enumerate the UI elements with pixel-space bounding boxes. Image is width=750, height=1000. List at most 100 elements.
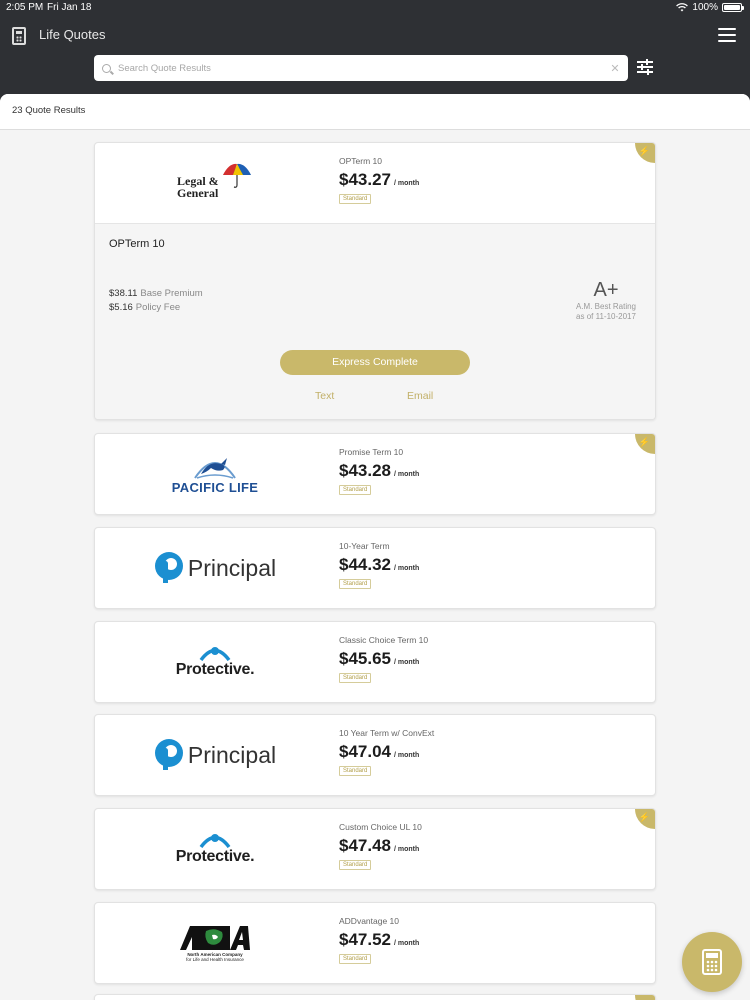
logo-text: Principal (187, 554, 277, 581)
monthly-price: $44.32 (339, 555, 391, 574)
plan-name: 10 Year Term w/ ConvExt (339, 728, 435, 738)
calculator-icon (702, 949, 722, 975)
carrier-logo-legal-general: Legal & General (135, 143, 295, 223)
hamburger-menu-button[interactable] (718, 28, 736, 42)
express-flag: ⚡ (635, 434, 655, 454)
monthly-price: $47.04 (339, 742, 391, 761)
principal-mark-icon (154, 739, 183, 770)
quote-card[interactable] (94, 994, 656, 1000)
monthly-price: $47.52 (339, 930, 391, 949)
quote-card[interactable]: North American Company for Life and Heal… (94, 902, 656, 984)
search-icon (102, 63, 111, 73)
calculator-icon (12, 27, 26, 45)
rating-class-badge: Standard (339, 954, 372, 964)
status-time: 2:05 PM (6, 2, 44, 13)
status-date: Fri Jan 18 (47, 2, 92, 13)
app-header: Life Quotes ✕ (0, 16, 750, 94)
detail-title: OPTerm 10 (109, 238, 165, 250)
rating-class-badge: Standard (339, 860, 372, 870)
price-period: / month (394, 752, 420, 759)
plan-name: Classic Choice Term 10 (339, 635, 429, 645)
rating-class-badge: Standard (339, 579, 372, 589)
logo-line-2: for Life and Health Insurance (186, 956, 244, 962)
policy-fee-amount: $5.16 (109, 302, 133, 313)
quote-card[interactable]: Principal 10-Year Term $44.32 / month St… (94, 527, 656, 609)
whale-icon (194, 457, 236, 479)
rating-class-badge: Standard (339, 194, 372, 204)
app-title: Life Quotes (39, 27, 106, 42)
monthly-price: $43.28 (339, 461, 391, 480)
status-bar: 2:05 PM Fri Jan 18 100% (0, 0, 750, 16)
plan-name: ADDvantage 10 (339, 916, 400, 926)
price-period: / month (394, 565, 420, 572)
rating-class-badge: Standard (339, 485, 372, 495)
express-flag: ⚡ (635, 809, 655, 829)
quote-card[interactable]: Legal & General OPTerm 10 $43.27 / month… (94, 142, 656, 420)
nac-mark-icon (180, 925, 250, 950)
monthly-price: $45.65 (339, 649, 391, 668)
monthly-price: $47.48 (339, 836, 391, 855)
am-best-rating: A+ A.M. Best Rating as of 11-10-2017 (573, 279, 639, 322)
carrier-logo-principal: Principal (135, 715, 295, 795)
price-period: / month (394, 846, 420, 853)
base-premium-amount: $38.11 (109, 288, 138, 299)
logo-text: Protective. (175, 848, 255, 865)
price-period: / month (394, 471, 420, 478)
quote-calculator-button[interactable] (682, 932, 742, 992)
filter-sliders-button[interactable] (637, 59, 653, 75)
results-panel: 23 Quote Results Legal & General OPTerm … (0, 94, 750, 1000)
battery-icon (722, 3, 744, 12)
carrier-logo-north-american: North American Company for Life and Heal… (135, 903, 295, 983)
express-flag (635, 995, 655, 1000)
rating-label: A.M. Best Rating (575, 302, 637, 311)
price-period: / month (394, 659, 420, 666)
quote-card[interactable]: PACIFIC LIFE Promise Term 10 $43.28 / mo… (94, 433, 656, 515)
carrier-logo-protective: Protective. (135, 809, 295, 889)
policy-fee-label: Policy Fee (135, 302, 181, 313)
protective-arch-icon (199, 834, 231, 848)
express-flag: ⚡ (635, 143, 655, 163)
battery-percent: 100% (692, 2, 718, 13)
quote-card[interactable]: Protective. Classic Choice Term 10 $45.6… (94, 621, 656, 703)
lightning-icon: ⚡ (638, 437, 650, 447)
principal-mark-icon (154, 552, 183, 583)
quote-card[interactable]: Principal 10 Year Term w/ ConvExt $47.04… (94, 714, 656, 796)
logo-line-2: General (177, 186, 219, 200)
base-premium-row: $38.11 Base Premium (109, 288, 203, 299)
carrier-logo-pacific-life: PACIFIC LIFE (135, 434, 295, 514)
umbrella-icon (223, 163, 251, 188)
price-period: / month (394, 940, 420, 947)
express-complete-button[interactable]: Express Complete (280, 350, 470, 375)
clear-icon[interactable]: ✕ (606, 62, 624, 75)
plan-name: Custom Choice UL 10 (339, 822, 422, 832)
text-link[interactable]: Text (315, 390, 334, 402)
quote-card[interactable]: Protective. Custom Choice UL 10 $47.48 /… (94, 808, 656, 890)
quote-detail: OPTerm 10 $38.11 Base Premium $5.16 Policy… (95, 223, 655, 419)
plan-name: 10-Year Term (339, 541, 390, 551)
lightning-icon: ⚡ (638, 146, 650, 156)
logo-text: PACIFIC LIFE (171, 479, 259, 495)
rating-class-badge: Standard (339, 766, 372, 776)
logo-text: Principal (187, 741, 277, 768)
rating-class-badge: Standard (339, 673, 372, 683)
search-bar: ✕ (94, 55, 628, 81)
protective-arch-icon (199, 647, 231, 661)
wifi-icon (676, 3, 689, 12)
logo-line-1: North American Company (187, 951, 243, 957)
search-input[interactable] (118, 62, 606, 74)
email-link[interactable]: Email (407, 390, 433, 402)
monthly-price: $43.27 (339, 170, 391, 189)
quote-summary[interactable]: Legal & General OPTerm 10 $43.27 / month… (95, 143, 655, 223)
base-premium-label: Base Premium (140, 288, 203, 299)
lightning-icon: ⚡ (638, 812, 650, 822)
carrier-logo-principal: Principal (135, 528, 295, 608)
policy-fee-row: $5.16 Policy Fee (109, 302, 180, 313)
price-period: / month (394, 180, 420, 187)
carrier-logo-protective: Protective. (135, 622, 295, 702)
plan-name: OPTerm 10 (339, 156, 382, 166)
plan-name: Promise Term 10 (339, 447, 404, 457)
status-right: 100% (676, 2, 744, 13)
results-count: 23 Quote Results (0, 94, 750, 130)
rating-date: as of 11-10-2017 (576, 312, 636, 321)
logo-text: Protective. (175, 661, 255, 678)
